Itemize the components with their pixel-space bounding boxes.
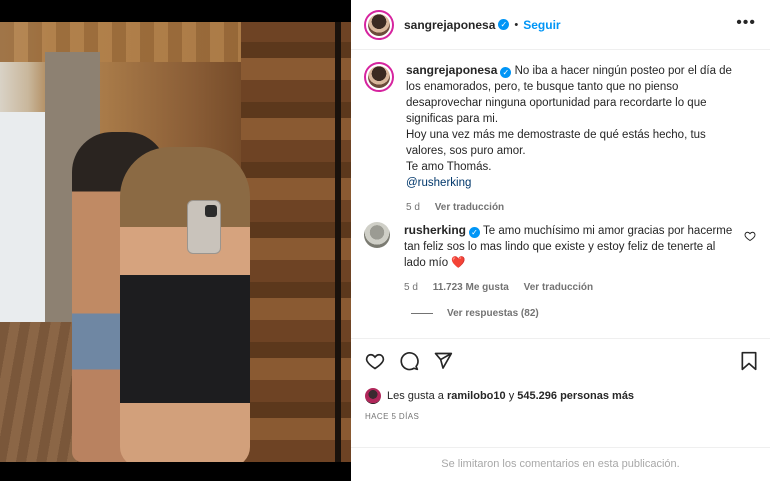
commenter-username[interactable]: rusherking bbox=[404, 223, 466, 237]
author-info: sangrejaponesa ✓ • Seguir bbox=[404, 18, 561, 32]
caption-avatar-image bbox=[368, 66, 390, 88]
replies-label: Ver respuestas (82) bbox=[447, 308, 539, 319]
caption-text-3: Te amo Thomás. bbox=[406, 161, 492, 173]
instagram-post-modal: sangrejaponesa ✓ • Seguir ••• sangrejapo… bbox=[0, 0, 770, 481]
liker-avatar[interactable] bbox=[365, 388, 381, 404]
photo-woman bbox=[120, 147, 250, 462]
verified-icon: ✓ bbox=[498, 19, 510, 30]
caption-translate-button[interactable]: Ver traducción bbox=[435, 202, 504, 213]
liker-username[interactable]: ramilobo10 bbox=[447, 390, 506, 402]
post-header: sangrejaponesa ✓ • Seguir ••• bbox=[351, 0, 770, 50]
comment-meta: 5 d 11.723 Me gusta Ver traducción bbox=[404, 280, 734, 296]
caption-username[interactable]: sangrejaponesa bbox=[406, 63, 497, 77]
like-icon[interactable] bbox=[365, 351, 385, 371]
post-photo[interactable] bbox=[0, 22, 351, 462]
comment-icon[interactable] bbox=[399, 351, 419, 371]
likes-count[interactable]: 545.296 personas más bbox=[517, 390, 634, 402]
caption-avatar[interactable] bbox=[364, 62, 394, 92]
replies-line bbox=[411, 313, 433, 314]
post-timestamp[interactable]: HACE 5 DÍAS bbox=[365, 412, 419, 421]
caption-age[interactable]: 5 d bbox=[406, 202, 420, 213]
view-replies-button[interactable]: Ver respuestas (82) bbox=[411, 308, 539, 319]
save-bookmark-icon[interactable] bbox=[740, 351, 758, 371]
action-icons bbox=[365, 351, 453, 371]
post-sidebar: sangrejaponesa ✓ • Seguir ••• sangrejapo… bbox=[351, 0, 770, 481]
likes-prefix: Les gusta a bbox=[387, 390, 444, 402]
photo-window bbox=[0, 112, 45, 332]
comment-age[interactable]: 5 d bbox=[404, 282, 418, 293]
author-avatar[interactable] bbox=[364, 9, 394, 40]
comments-limited-notice: Se limitaron los comentarios en esta pub… bbox=[351, 447, 770, 481]
post-actions: Les gusta a ramilobo10 y 545.296 persona… bbox=[351, 338, 770, 458]
heart-emoji: ❤️ bbox=[451, 257, 466, 269]
likes-summary: Les gusta a ramilobo10 y 545.296 persona… bbox=[365, 388, 634, 404]
comment-text-line: rusherking ✓ Te amo muchísimo mi amor gra… bbox=[404, 222, 734, 271]
photo-phone bbox=[187, 200, 221, 254]
comment-likes[interactable]: 11.723 Me gusta bbox=[433, 282, 509, 293]
more-options-icon[interactable]: ••• bbox=[736, 15, 756, 31]
commenter-avatar[interactable] bbox=[364, 222, 390, 248]
commenter-avatar-image bbox=[364, 222, 390, 248]
photo-mirror-edge bbox=[335, 22, 341, 462]
caption-body: sangrejaponesa ✓ No iba a hacer ningún po… bbox=[406, 62, 746, 216]
caption-line-1: sangrejaponesa ✓ No iba a hacer ningún po… bbox=[406, 62, 746, 127]
comment-item: rusherking ✓ Te amo muchísimo mi amor gra… bbox=[364, 222, 759, 296]
verified-icon: ✓ bbox=[500, 67, 512, 78]
post-caption: sangrejaponesa ✓ No iba a hacer ningún po… bbox=[364, 62, 759, 216]
follow-button[interactable]: Seguir bbox=[523, 18, 560, 32]
comment-body: rusherking ✓ Te amo muchísimo mi amor gra… bbox=[404, 222, 734, 296]
comment-translate-button[interactable]: Ver traducción bbox=[524, 282, 593, 293]
author-username[interactable]: sangrejaponesa bbox=[404, 18, 495, 32]
separator-dot: • bbox=[514, 18, 519, 31]
author-avatar-image bbox=[368, 13, 390, 36]
caption-text-2: Hoy una vez más me demostraste de qué es… bbox=[406, 129, 706, 157]
caption-meta: 5 d Ver traducción bbox=[406, 200, 746, 216]
likes-connector: y bbox=[508, 390, 515, 402]
verified-icon: ✓ bbox=[469, 227, 481, 238]
like-comment-icon[interactable] bbox=[744, 230, 756, 242]
caption-mention[interactable]: @rusherking bbox=[406, 175, 746, 191]
share-icon[interactable] bbox=[433, 351, 453, 371]
